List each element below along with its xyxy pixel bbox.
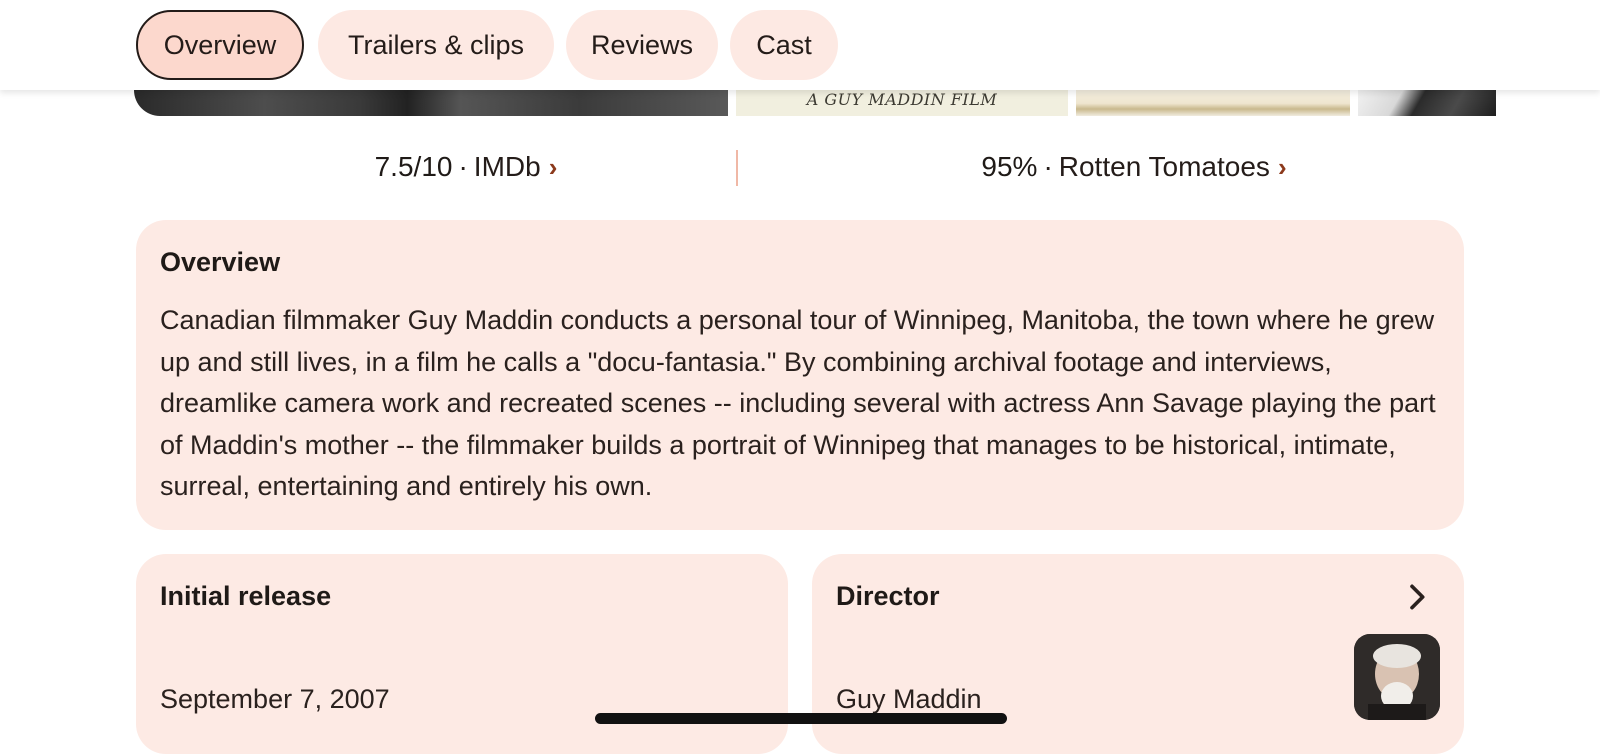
director-title: Director bbox=[836, 581, 940, 611]
media-image-poster[interactable]: A GUY MADDIN FILM bbox=[736, 88, 1068, 116]
ratings-row: 7.5/10 · IMDb › 95% · Rotten Tomatoes › bbox=[136, 142, 1464, 192]
poster-caption: A GUY MADDIN FILM bbox=[806, 90, 998, 109]
imdb-score: 7.5/10 bbox=[374, 151, 453, 182]
initial-release-title: Initial release bbox=[160, 581, 332, 611]
chevron-right-icon: › bbox=[548, 152, 558, 182]
initial-release-date: September 7, 2007 bbox=[160, 684, 390, 714]
overview-text: Canadian filmmaker Guy Maddin conducts a… bbox=[160, 305, 1436, 501]
chevron-right-icon: › bbox=[1277, 152, 1287, 182]
director-card[interactable]: Director Guy Maddin bbox=[812, 554, 1464, 754]
director-avatar[interactable] bbox=[1354, 634, 1440, 720]
overview-title: Overview bbox=[160, 247, 281, 277]
media-image-3[interactable] bbox=[1076, 88, 1350, 116]
tab-reviews[interactable]: Reviews bbox=[566, 10, 718, 80]
media-image-1[interactable] bbox=[134, 88, 728, 116]
ratings-divider bbox=[736, 150, 738, 186]
media-strip[interactable]: A GUY MADDIN FILM bbox=[104, 88, 1496, 116]
rotten-tomatoes-rating-link[interactable]: 95% · Rotten Tomatoes › bbox=[834, 142, 1434, 192]
tab-cast[interactable]: Cast bbox=[730, 10, 838, 80]
separator-dot: · bbox=[1043, 151, 1053, 182]
tab-overview[interactable]: Overview bbox=[136, 10, 304, 80]
rt-source: Rotten Tomatoes bbox=[1058, 151, 1270, 182]
separator-dot: · bbox=[458, 151, 468, 182]
tab-trailers-clips[interactable]: Trailers & clips bbox=[318, 10, 554, 80]
overview-card: Overview Canadian filmmaker Guy Maddin c… bbox=[136, 220, 1464, 530]
rt-score: 95% bbox=[981, 151, 1038, 182]
chevron-right-icon[interactable] bbox=[1400, 580, 1434, 614]
media-image-4[interactable] bbox=[1358, 88, 1496, 116]
home-indicator[interactable] bbox=[595, 713, 1007, 724]
imdb-rating-link[interactable]: 7.5/10 · IMDb › bbox=[166, 142, 766, 192]
person-photo-icon bbox=[1354, 634, 1440, 720]
tab-bar: Overview Trailers & clips Reviews Cast bbox=[0, 0, 1600, 90]
imdb-source: IMDb bbox=[473, 151, 541, 182]
initial-release-card: Initial release September 7, 2007 bbox=[136, 554, 788, 754]
director-name: Guy Maddin bbox=[836, 684, 982, 714]
